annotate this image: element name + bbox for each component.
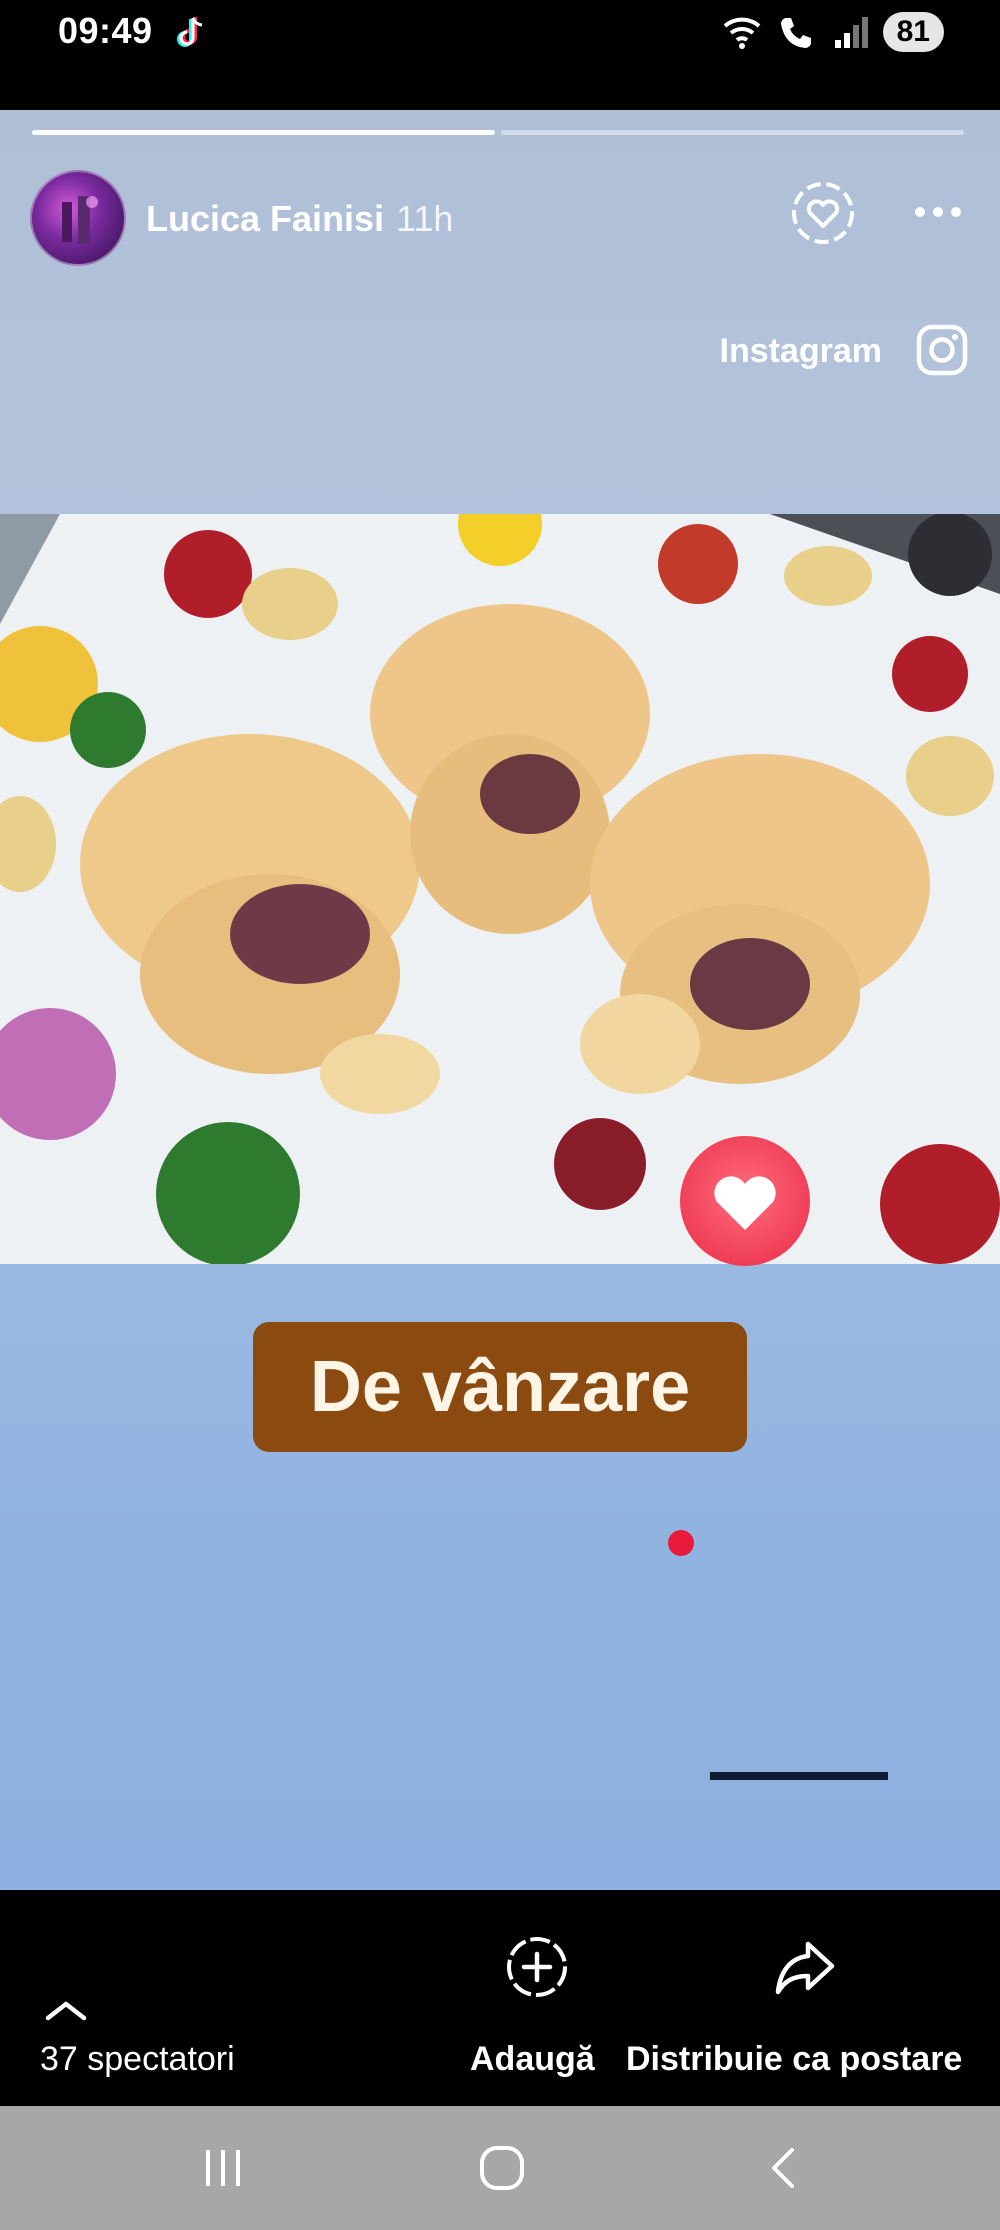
like-heart-badge[interactable] [680, 1136, 810, 1266]
story-photo [0, 514, 1000, 1264]
add-button-label[interactable]: Adaugă [470, 2040, 595, 2079]
story-timestamp: 11h [396, 198, 454, 239]
progress-segment [501, 130, 964, 135]
source-label[interactable]: Instagram [720, 332, 883, 371]
story-progress-bar [32, 130, 964, 135]
tiktok-icon [177, 17, 203, 47]
dark-tab-marker [710, 1772, 888, 1780]
status-bar: 09:49 81 [0, 0, 1000, 110]
back-icon[interactable] [766, 2144, 798, 2192]
status-time: 09:49 [58, 10, 153, 51]
status-icons: 81 [721, 12, 944, 52]
share-icon[interactable] [770, 1934, 840, 2000]
system-nav-bar [0, 2106, 1000, 2230]
avatar[interactable] [30, 170, 126, 266]
wifi-icon [723, 17, 760, 49]
like-story-icon[interactable] [790, 180, 856, 246]
share-button-label[interactable]: Distribuie ca postare [626, 2040, 962, 2079]
viewers-count[interactable]: 37 spectatori [40, 2040, 235, 2079]
battery-badge: 81 [882, 12, 944, 52]
red-dot [668, 1530, 694, 1556]
chevron-up-icon[interactable] [44, 1998, 88, 2022]
home-icon[interactable] [478, 2144, 526, 2192]
photo-illustration [0, 514, 1000, 1264]
sticker-text: De vânzare [309, 1347, 691, 1427]
heart-icon [714, 1176, 776, 1230]
call-icon [780, 18, 811, 48]
text-sticker: De vânzare [253, 1322, 747, 1452]
more-options-icon[interactable] [908, 192, 968, 232]
progress-segment [32, 130, 495, 135]
story-header: Lucica Fainisi 11h [30, 158, 970, 268]
username[interactable]: Lucica Fainisi [146, 198, 384, 240]
story-bottom-bar: 37 spectatori Adaugă Distribuie ca posta… [0, 1890, 1000, 2106]
story-viewer-screen: 09:49 81 Lucica Fainisi 11h Instagram De… [0, 0, 1000, 2230]
recent-apps-icon[interactable] [200, 2146, 246, 2190]
add-icon[interactable] [504, 1934, 570, 2000]
instagram-icon[interactable] [914, 322, 970, 378]
signal-icon [834, 17, 868, 48]
